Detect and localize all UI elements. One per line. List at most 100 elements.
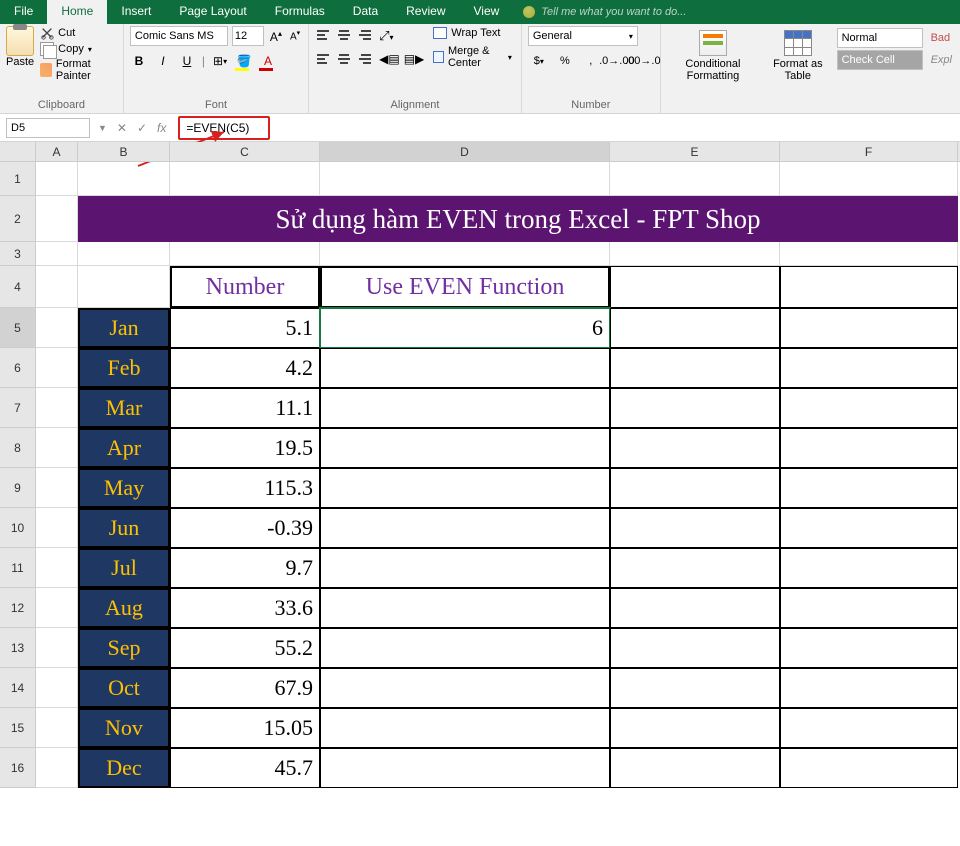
- cell-A3[interactable]: [36, 242, 78, 266]
- style-check-cell[interactable]: Check Cell: [837, 50, 923, 70]
- increase-font-icon[interactable]: A▴: [268, 29, 284, 44]
- cell-D1[interactable]: [320, 162, 610, 196]
- cell-D16[interactable]: [320, 748, 610, 788]
- rowhead-15[interactable]: 15: [0, 708, 36, 748]
- cell-A4[interactable]: [36, 266, 78, 308]
- rowhead-4[interactable]: 4: [0, 266, 36, 308]
- cell-F16[interactable]: [780, 748, 958, 788]
- cell-F14[interactable]: [780, 668, 958, 708]
- name-box-arrow-icon[interactable]: ▼: [98, 123, 107, 133]
- cell-E16[interactable]: [610, 748, 780, 788]
- cell-A14[interactable]: [36, 668, 78, 708]
- cell-A8[interactable]: [36, 428, 78, 468]
- col-D[interactable]: D: [320, 142, 610, 161]
- enter-formula-icon[interactable]: ✓: [137, 121, 147, 135]
- cell-C14[interactable]: 67.9: [170, 668, 320, 708]
- cell-C1[interactable]: [170, 162, 320, 196]
- cell-D10[interactable]: [320, 508, 610, 548]
- cell-F9[interactable]: [780, 468, 958, 508]
- align-left[interactable]: [315, 50, 333, 68]
- style-explanatory[interactable]: Expl: [929, 50, 954, 70]
- cell-D5[interactable]: 6: [320, 308, 610, 348]
- italic-button[interactable]: I: [154, 52, 172, 70]
- cell-F7[interactable]: [780, 388, 958, 428]
- cell-F10[interactable]: [780, 508, 958, 548]
- cell-B14[interactable]: Oct: [78, 668, 170, 708]
- tab-page-layout[interactable]: Page Layout: [165, 0, 260, 24]
- cell-C4[interactable]: Number: [170, 266, 320, 308]
- cell-E9[interactable]: [610, 468, 780, 508]
- col-F[interactable]: F: [780, 142, 958, 161]
- cell-E13[interactable]: [610, 628, 780, 668]
- cell-C8[interactable]: 19.5: [170, 428, 320, 468]
- wrap-text-button[interactable]: Wrap Text: [430, 26, 515, 40]
- paste-button[interactable]: Paste: [6, 26, 34, 68]
- orientation-button[interactable]: ⤢▾: [379, 28, 424, 44]
- merge-center-button[interactable]: Merge & Center ▾: [430, 44, 515, 70]
- rowhead-10[interactable]: 10: [0, 508, 36, 548]
- rowhead-14[interactable]: 14: [0, 668, 36, 708]
- cell-A6[interactable]: [36, 348, 78, 388]
- cell-E3[interactable]: [610, 242, 780, 266]
- cell-F15[interactable]: [780, 708, 958, 748]
- rowhead-13[interactable]: 13: [0, 628, 36, 668]
- cell-F5[interactable]: [780, 308, 958, 348]
- cell-B12[interactable]: Aug: [78, 588, 170, 628]
- cell-C16[interactable]: 45.7: [170, 748, 320, 788]
- cell-A11[interactable]: [36, 548, 78, 588]
- cell-E12[interactable]: [610, 588, 780, 628]
- cell-D6[interactable]: [320, 348, 610, 388]
- cell-C5[interactable]: 5.1: [170, 308, 320, 348]
- cell-A10[interactable]: [36, 508, 78, 548]
- align-top[interactable]: [315, 26, 333, 44]
- col-A[interactable]: A: [36, 142, 78, 161]
- cell-F12[interactable]: [780, 588, 958, 628]
- decrease-decimal[interactable]: .00→.0: [632, 52, 654, 70]
- accounting-button[interactable]: $▾: [528, 52, 550, 70]
- format-as-table-button[interactable]: Format as Table: [765, 26, 831, 82]
- cell-B3[interactable]: [78, 242, 170, 266]
- tab-review[interactable]: Review: [392, 0, 459, 24]
- cell-C3[interactable]: [170, 242, 320, 266]
- cell-F1[interactable]: [780, 162, 958, 196]
- cell-D15[interactable]: [320, 708, 610, 748]
- cell-F8[interactable]: [780, 428, 958, 468]
- cell-D12[interactable]: [320, 588, 610, 628]
- rowhead-5[interactable]: 5: [0, 308, 36, 348]
- format-painter-button[interactable]: Format Painter: [40, 58, 117, 82]
- col-B[interactable]: B: [78, 142, 170, 161]
- cell-A13[interactable]: [36, 628, 78, 668]
- number-format-select[interactable]: General▾: [528, 26, 638, 46]
- cell-B11[interactable]: Jul: [78, 548, 170, 588]
- select-all-corner[interactable]: [0, 142, 36, 161]
- cell-B4[interactable]: [78, 266, 170, 308]
- cell-D7[interactable]: [320, 388, 610, 428]
- rowhead-12[interactable]: 12: [0, 588, 36, 628]
- cell-E1[interactable]: [610, 162, 780, 196]
- cell-B8[interactable]: Apr: [78, 428, 170, 468]
- fill-color-button[interactable]: 🪣: [235, 52, 253, 70]
- cell-A16[interactable]: [36, 748, 78, 788]
- name-box[interactable]: D5: [6, 118, 90, 138]
- rowhead-11[interactable]: 11: [0, 548, 36, 588]
- fx-icon[interactable]: fx: [157, 121, 166, 135]
- tell-me[interactable]: Tell me what you want to do...: [513, 0, 696, 24]
- align-middle[interactable]: [335, 26, 353, 44]
- font-name-input[interactable]: [130, 26, 228, 46]
- cell-C7[interactable]: 11.1: [170, 388, 320, 428]
- cell-E5[interactable]: [610, 308, 780, 348]
- cell-A12[interactable]: [36, 588, 78, 628]
- cell-F6[interactable]: [780, 348, 958, 388]
- cell-B5[interactable]: Jan: [78, 308, 170, 348]
- cell-B9[interactable]: May: [78, 468, 170, 508]
- tab-file[interactable]: File: [0, 0, 47, 24]
- rowhead-8[interactable]: 8: [0, 428, 36, 468]
- tab-view[interactable]: View: [460, 0, 514, 24]
- tab-data[interactable]: Data: [339, 0, 392, 24]
- cell-F4[interactable]: [780, 266, 958, 308]
- cell-E11[interactable]: [610, 548, 780, 588]
- cell-B6[interactable]: Feb: [78, 348, 170, 388]
- font-color-button[interactable]: A: [259, 52, 277, 70]
- cell-A2[interactable]: [36, 196, 78, 242]
- cell-C12[interactable]: 33.6: [170, 588, 320, 628]
